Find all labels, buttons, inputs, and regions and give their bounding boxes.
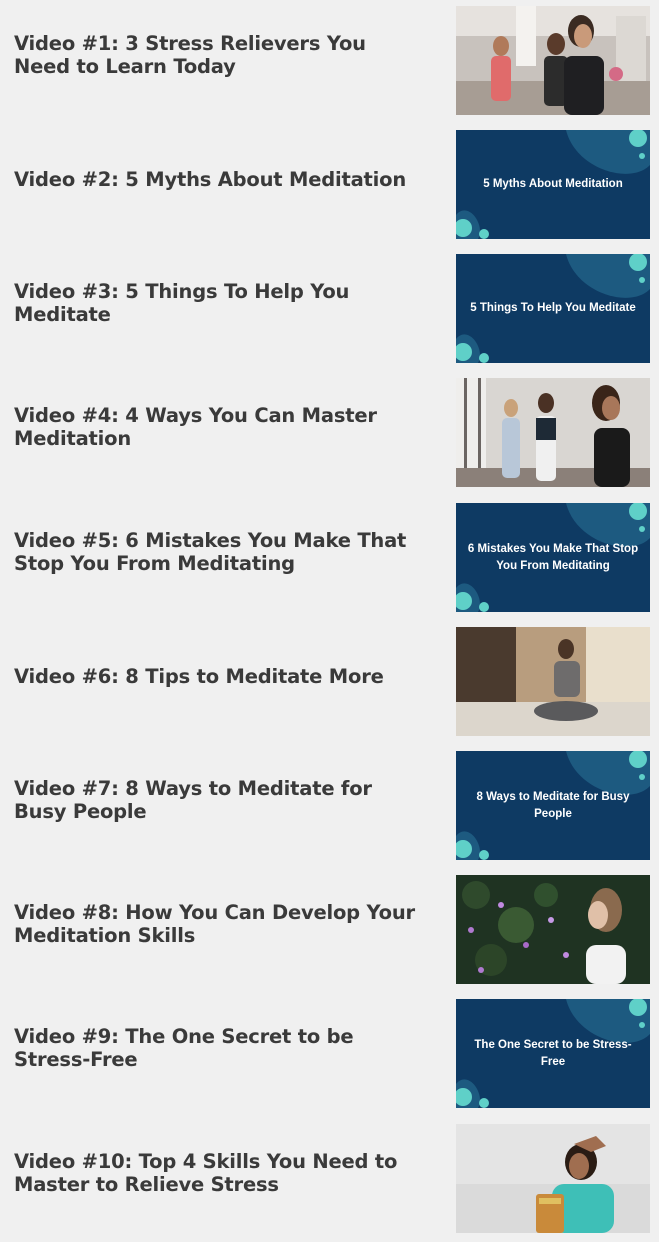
slide-title-text: 6 Mistakes You Make That Stop You From M… [467,542,639,572]
slide-title-text: The One Secret to be Stress-Free [474,1038,632,1068]
stressed-woman-photo-image [456,1124,650,1233]
video-thumbnail-2[interactable]: 5 Myths About Meditation [456,130,650,239]
video-title[interactable]: Video #1: 3 Stress Relievers You Need to… [14,0,424,124]
video-row-2[interactable]: Video #2: 5 Myths About Meditation 5 Myt… [0,124,659,248]
video-row-1[interactable]: Video #1: 3 Stress Relievers You Need to… [0,0,659,124]
video-thumbnail-9[interactable]: The One Secret to be Stress-Free [456,999,650,1108]
video-row-10[interactable]: Video #10: Top 4 Skills You Need to Mast… [0,1118,659,1242]
video-row-9[interactable]: Video #9: The One Secret to be Stress-Fr… [0,993,659,1117]
video-thumbnail-7[interactable]: 8 Ways to Meditate for Busy People [456,751,650,860]
video-row-4[interactable]: Video #4: 4 Ways You Can Master Meditati… [0,372,659,496]
video-row-5[interactable]: Video #5: 6 Mistakes You Make That Stop … [0,497,659,621]
video-row-8[interactable]: Video #8: How You Can Develop Your Medit… [0,869,659,993]
video-thumbnail-3[interactable]: 5 Things To Help You Meditate [456,254,650,363]
slide-title-text: 5 Myths About Meditation [483,178,623,190]
gym-photo-image [456,6,650,115]
video-title[interactable]: Video #9: The One Secret to be Stress-Fr… [14,993,424,1117]
video-title[interactable]: Video #5: 6 Mistakes You Make That Stop … [14,497,424,621]
video-thumbnail-6[interactable] [456,627,650,736]
video-title[interactable]: Video #4: 4 Ways You Can Master Meditati… [14,372,424,496]
video-thumbnail-10[interactable] [456,1124,650,1233]
video-title[interactable]: Video #10: Top 4 Skills You Need to Mast… [14,1118,424,1242]
video-thumbnail-1[interactable] [456,6,650,115]
video-thumbnail-5[interactable]: 6 Mistakes You Make That Stop You From M… [456,503,650,612]
video-list: Video #1: 3 Stress Relievers You Need to… [0,0,659,1242]
meditation-studio-photo-image [456,378,650,487]
bedroom-meditation-photo-image [456,627,650,736]
slide-title-text: 8 Ways to Meditate for Busy People [476,790,630,820]
video-thumbnail-4[interactable] [456,378,650,487]
video-title[interactable]: Video #7: 8 Ways to Meditate for Busy Pe… [14,745,424,869]
video-title[interactable]: Video #3: 5 Things To Help You Meditate [14,248,424,372]
video-title[interactable]: Video #6: 8 Tips to Meditate More [14,621,424,745]
video-thumbnail-8[interactable] [456,875,650,984]
video-title[interactable]: Video #8: How You Can Develop Your Medit… [14,869,424,993]
video-row-6[interactable]: Video #6: 8 Tips to Meditate More [0,621,659,745]
video-title[interactable]: Video #2: 5 Myths About Meditation [14,124,424,248]
flowers-photo-image [456,875,650,984]
slide-title-text: 5 Things To Help You Meditate [470,302,636,314]
video-row-3[interactable]: Video #3: 5 Things To Help You Meditate … [0,248,659,372]
video-row-7[interactable]: Video #7: 8 Ways to Meditate for Busy Pe… [0,745,659,869]
